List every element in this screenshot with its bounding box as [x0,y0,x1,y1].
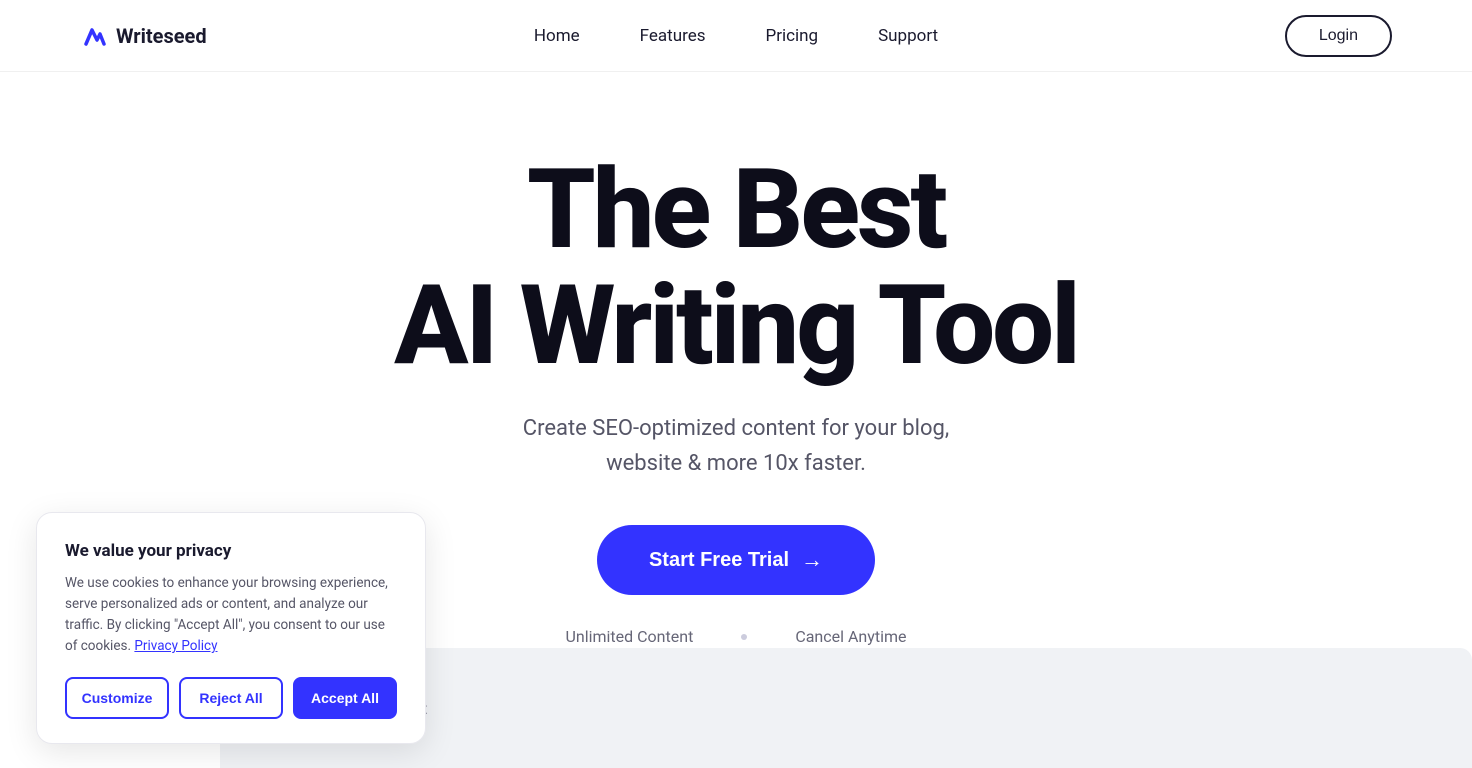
nav-links: Home Features Pricing Support [534,26,938,46]
hero-title: The Best AI Writing Tool [394,152,1078,383]
hero-title-line2: AI Writing Tool [394,261,1078,390]
accept-all-button[interactable]: Accept All [293,677,397,719]
reject-all-button[interactable]: Reject All [179,677,283,719]
hero-features: Unlimited Content Cancel Anytime [566,627,907,646]
privacy-policy-link[interactable]: Privacy Policy [134,638,217,654]
feature-unlimited: Unlimited Content [566,627,694,646]
nav-pricing[interactable]: Pricing [765,26,818,46]
hero-subtitle-line1: Create SEO-optimized content for your bl… [523,416,949,441]
hero-subtitle-line2: website & more 10x faster. [606,451,866,476]
feature-divider [741,634,747,640]
login-button[interactable]: Login [1285,15,1392,57]
start-free-trial-button[interactable]: Start Free Trial → [597,525,875,595]
cookie-buttons: Customize Reject All Accept All [65,677,397,719]
cta-label: Start Free Trial [649,549,789,572]
logo-text: Writeseed [116,24,207,48]
hero-title-line1: The Best [527,145,945,274]
feature-cancel: Cancel Anytime [795,627,906,646]
cookie-body-text: We use cookies to enhance your browsing … [65,575,388,654]
cta-arrow-icon: → [801,547,823,573]
writeseed-logo-icon [80,22,108,50]
nav-features[interactable]: Features [640,26,706,46]
cookie-body: We use cookies to enhance your browsing … [65,573,397,657]
nav-support[interactable]: Support [878,26,938,46]
navbar: Writeseed Home Features Pricing Support … [0,0,1472,72]
hero-subtitle: Create SEO-optimized content for your bl… [523,411,949,481]
cookie-banner: We value your privacy We use cookies to … [36,512,426,744]
customize-button[interactable]: Customize [65,677,169,719]
cookie-title: We value your privacy [65,541,397,561]
nav-home[interactable]: Home [534,26,580,46]
logo-link[interactable]: Writeseed [80,22,207,50]
